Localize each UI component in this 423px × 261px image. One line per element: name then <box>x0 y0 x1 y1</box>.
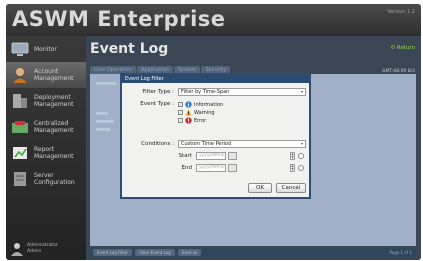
top-bar: ASWM Enterprise Version 1.2 <box>6 4 421 36</box>
end-date-input[interactable]: yyyy/MM/dd <box>196 164 226 172</box>
sidebar-item-report[interactable]: Report Management <box>6 140 86 166</box>
sidebar-item-centralized[interactable]: Centralized Management <box>6 114 86 140</box>
filter-type-value: Filter by Time-Span <box>181 89 230 95</box>
end-label: End <box>181 165 192 171</box>
sidebar-item-server[interactable]: Server Configuration <box>6 166 86 192</box>
pagination-label: Page 1 of 1 <box>389 250 412 255</box>
table-row <box>96 120 114 123</box>
chevron-down-icon: ▾ <box>300 89 303 94</box>
ok-button[interactable]: OK <box>248 183 272 193</box>
sidebar-item-label: Monitor <box>34 45 57 53</box>
report-icon <box>13 147 27 159</box>
start-date-input[interactable]: yyyy/MM/dd <box>196 152 226 160</box>
monitor-icon <box>11 42 29 56</box>
warning-label: Warning <box>194 110 215 116</box>
sidebar-item-monitor[interactable]: Monitor <box>6 36 86 62</box>
sidebar-item-label: Report Management <box>34 146 74 160</box>
chevron-down-icon: ▾ <box>300 141 303 146</box>
app-brand: ASWM Enterprise <box>12 7 226 31</box>
end-time-stepper[interactable]: ▴ ▾ <box>290 164 295 172</box>
end-calendar-icon[interactable] <box>228 164 237 172</box>
page-title: Event Log <box>90 41 169 57</box>
sidebar-item-label: Deployment Management <box>34 94 74 108</box>
start-calendar-icon[interactable] <box>228 152 237 160</box>
user-name: Admin <box>27 249 42 254</box>
error-label: Error <box>194 118 207 124</box>
event-log-filter-button[interactable]: Event Log Filter <box>93 249 133 256</box>
start-label: Start <box>178 153 192 159</box>
sidebar: Monitor Account Management Deployment Ma… <box>6 36 86 260</box>
end-radio[interactable] <box>298 165 304 171</box>
conditions-label: Conditions : <box>141 141 174 147</box>
sidebar-item-label: Centralized Management <box>34 120 74 134</box>
conditions-select[interactable]: Custom Time Period ▾ <box>178 140 306 148</box>
save-as-button[interactable]: Save as <box>177 249 202 256</box>
error-checkbox[interactable]: ✓ <box>178 118 183 123</box>
information-label: Information <box>194 102 223 108</box>
clear-log-button[interactable]: Clear Event Log <box>135 249 175 256</box>
filter-type-select[interactable]: Filter by Time-Span ▾ <box>178 88 306 96</box>
user-info: Administrator Admin <box>27 243 58 255</box>
sidebar-item-deployment[interactable]: Deployment Management <box>6 88 86 114</box>
server-icon <box>14 172 26 186</box>
deployment-icon <box>13 94 27 108</box>
error-icon <box>185 117 192 124</box>
sidebar-item-label: Server Configuration <box>34 172 75 186</box>
cancel-button[interactable]: Cancel <box>276 183 306 193</box>
start-time-stepper[interactable]: ▴ ▾ <box>290 152 295 160</box>
sidebar-item-label: Account Management <box>34 68 74 82</box>
event-type-label: Event Type : <box>140 101 174 107</box>
filter-type-label: Filter Type : <box>142 89 174 95</box>
table-row <box>96 128 110 131</box>
warning-icon <box>185 109 192 116</box>
conditions-value: Custom Time Period <box>181 141 232 147</box>
table-row <box>96 82 116 85</box>
account-icon <box>13 68 27 83</box>
centralized-icon <box>12 121 28 133</box>
event-log-filter-dialog: Event Log Filter Filter Type : Filter by… <box>120 73 311 199</box>
warning-checkbox[interactable]: ✓ <box>178 110 183 115</box>
table-row <box>96 112 108 115</box>
information-checkbox[interactable]: ✓ <box>178 102 183 107</box>
user-icon <box>11 243 23 256</box>
return-link[interactable]: ⟲ Return <box>390 45 415 51</box>
status-bar: Event Log Filter Clear Event Log Save as… <box>90 248 416 257</box>
app-version: Version 1.2 <box>387 9 415 15</box>
user-panel[interactable]: Administrator Admin <box>6 238 86 260</box>
info-icon <box>185 101 192 108</box>
start-radio[interactable] <box>298 153 304 159</box>
sidebar-item-account[interactable]: Account Management <box>6 62 86 88</box>
dialog-title: Event Log Filter <box>122 75 309 83</box>
